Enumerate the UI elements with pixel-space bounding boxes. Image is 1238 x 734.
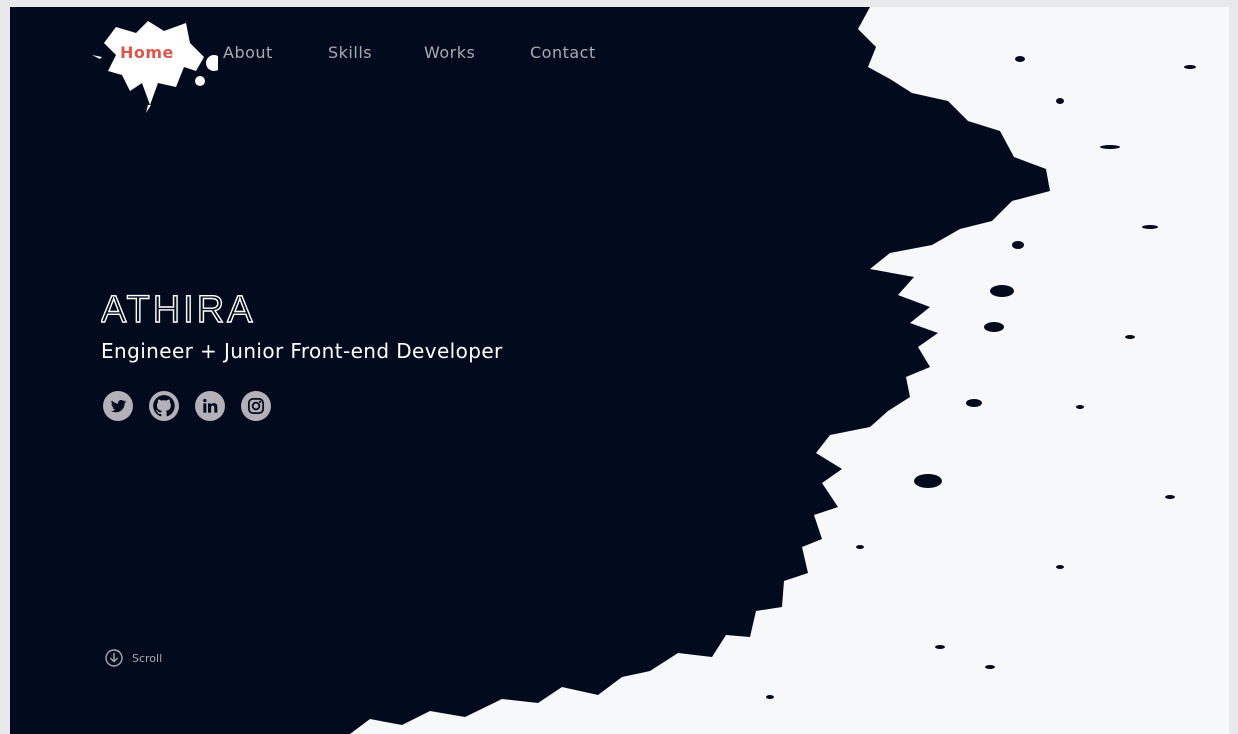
browser-frame-top: [0, 0, 1238, 7]
nav-works[interactable]: Works: [424, 43, 475, 62]
github-link[interactable]: [149, 391, 179, 421]
twitter-icon: [110, 400, 127, 413]
social-links: [103, 391, 271, 421]
nav-skills[interactable]: Skills: [328, 43, 372, 62]
hero-name: ATHIRA: [101, 288, 256, 331]
hero-name-text: ATHIRA: [101, 289, 256, 331]
arrow-down-circle-icon: [105, 649, 123, 667]
browser-frame-left: [0, 0, 10, 734]
scroll-label: Scroll: [132, 651, 163, 665]
browser-frame-right: [1229, 0, 1238, 734]
hero-subtitle: Engineer + Junior Front-end Developer: [101, 339, 503, 363]
nav-about[interactable]: About: [223, 43, 273, 62]
twitter-link[interactable]: [103, 391, 133, 421]
nav-home[interactable]: Home: [120, 43, 174, 62]
linkedin-link[interactable]: [195, 391, 225, 421]
linkedin-icon: [203, 398, 218, 413]
instagram-link[interactable]: [241, 391, 271, 421]
main-nav: Home About Skills Works Contact: [10, 7, 710, 117]
hero-section: Home About Skills Works Contact ATHIRA E…: [10, 7, 1229, 734]
github-icon: [153, 395, 175, 417]
active-nav-splat: [92, 21, 218, 113]
scroll-hint[interactable]: Scroll: [104, 648, 162, 668]
nav-contact[interactable]: Contact: [530, 43, 596, 62]
instagram-icon: [247, 397, 265, 415]
